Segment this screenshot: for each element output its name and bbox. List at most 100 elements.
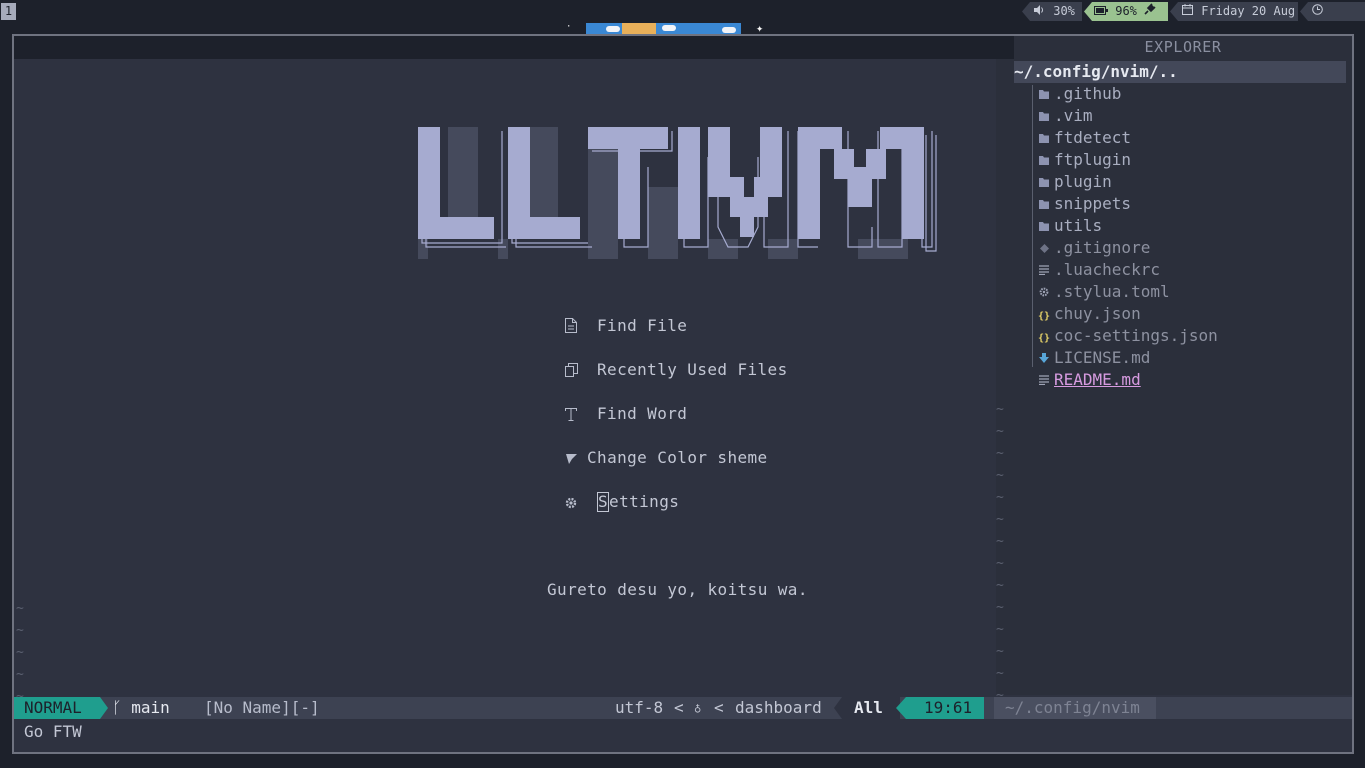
- explorer-item[interactable]: utils: [1034, 215, 1102, 237]
- ultivim-logo: [418, 127, 937, 259]
- explorer-item[interactable]: {} chuy.json: [1034, 303, 1141, 325]
- scroll-position: All: [834, 697, 900, 719]
- explorer-item[interactable]: .luacheckrc: [1034, 259, 1160, 281]
- dashboard-item-label: Settings: [597, 491, 679, 513]
- dashboard-item-label: Find Word: [597, 404, 688, 423]
- explorer-item-name: snippets: [1054, 194, 1132, 213]
- explorer-item[interactable]: plugin: [1034, 171, 1112, 193]
- explorer-item-name: chuy.json: [1054, 304, 1141, 323]
- eob-tilde: ~: [996, 512, 1004, 527]
- command-line[interactable]: Go FTW: [24, 721, 82, 743]
- download-icon: [1034, 349, 1054, 371]
- dashboard-pane[interactable]: Find File Recently Used Files Find Word …: [16, 59, 996, 704]
- volume-widget[interactable]: 30%: [1022, 2, 1082, 21]
- explorer-item-name: .luacheckrc: [1054, 260, 1160, 279]
- cursor-position: 19:61: [896, 697, 984, 719]
- explorer-item-name: utils: [1054, 216, 1103, 235]
- explorer-title: EXPLORER: [1144, 38, 1222, 56]
- folder-icon: [1034, 107, 1054, 129]
- explorer-item[interactable]: ftplugin: [1034, 149, 1131, 171]
- eob-tilde: ~: [996, 534, 1004, 549]
- explorer-item-name: .gitignore: [1054, 238, 1151, 257]
- history-icon: [565, 362, 579, 378]
- folder-icon: [1034, 173, 1054, 195]
- explorer-item[interactable]: {} coc-settings.json: [1034, 325, 1218, 347]
- battery-icon: [1094, 2, 1108, 21]
- linux-icon: ♁: [694, 701, 702, 715]
- explorer-item[interactable]: .vim: [1034, 105, 1093, 127]
- date-value: Friday 20 Aug: [1201, 4, 1296, 18]
- settings-rest: ettings: [609, 492, 680, 511]
- eob-tilde: ~: [16, 601, 24, 616]
- branch-icon: ᚴ: [112, 698, 132, 717]
- file-icon: [565, 318, 579, 334]
- calendar-icon: [1180, 2, 1194, 21]
- eob-tilde: ~: [996, 424, 1004, 439]
- text-cursor: S: [597, 492, 610, 512]
- workspace-indicator[interactable]: 1: [1, 3, 16, 20]
- eob-tilde: ~: [996, 622, 1004, 637]
- git-branch[interactable]: ᚴ main: [112, 697, 170, 719]
- eob-tilde: ~: [996, 644, 1004, 659]
- dashboard-item-label: Recently Used Files: [597, 360, 788, 379]
- eob-tilde: ~: [996, 468, 1004, 483]
- date-widget[interactable]: Friday 20 Aug: [1170, 2, 1298, 21]
- clock-icon: [1310, 2, 1324, 21]
- terminal-window: Find File Recently Used Files Find Word …: [12, 34, 1354, 754]
- git-icon: [1034, 239, 1054, 261]
- eob-tilde: ~: [16, 667, 24, 682]
- file-explorer[interactable]: EXPLORER ~/.config/nvim/.. .github .vim ft…: [1014, 36, 1352, 695]
- lines-icon: [1034, 261, 1054, 283]
- explorer-item[interactable]: ftdetect: [1034, 127, 1131, 149]
- eob-tilde: ~: [996, 556, 1004, 571]
- explorer-item-name: README.md: [1054, 370, 1141, 389]
- file-encoding: utf-8: [615, 698, 664, 717]
- eob-tilde: ~: [996, 446, 1004, 461]
- explorer-item-name: coc-settings.json: [1054, 326, 1218, 345]
- volume-value: 30%: [1053, 4, 1075, 18]
- explorer-item[interactable]: .github: [1034, 83, 1121, 105]
- eob-tilde: ~: [16, 645, 24, 660]
- explorer-item[interactable]: .stylua.toml: [1034, 281, 1170, 303]
- eob-tilde: ~: [996, 402, 1004, 417]
- explorer-item-name: plugin: [1054, 172, 1112, 191]
- explorer-root-path[interactable]: ~/.config/nvim/..: [1014, 61, 1346, 83]
- speaker-icon: [1032, 2, 1046, 21]
- explorer-item[interactable]: LICENSE.md: [1034, 347, 1150, 369]
- explorer-item[interactable]: README.md: [1034, 369, 1141, 391]
- branch-name: main: [131, 698, 170, 717]
- dashboard-footer: Gureto desu yo, koitsu wa.: [547, 580, 808, 599]
- plug-icon: [1144, 3, 1156, 18]
- star-decoration: ·: [566, 22, 572, 32]
- gear-icon: [1034, 283, 1054, 305]
- explorer-item-name: ftplugin: [1054, 150, 1132, 169]
- folder-icon: [1034, 129, 1054, 151]
- explorer-cwd: ~/.config/nvim: [994, 697, 1156, 719]
- system-top-bar: 1 · ✦ 30% 96% Friday 20 Aug 11:13: [0, 0, 1365, 35]
- eob-tilde: ~: [16, 623, 24, 638]
- lines-icon: [1034, 371, 1054, 393]
- battery-widget[interactable]: 96%: [1084, 2, 1168, 21]
- clock-widget[interactable]: 11:13: [1300, 2, 1365, 21]
- explorer-item-name: ftdetect: [1054, 128, 1132, 147]
- star-decoration: ✦: [756, 21, 764, 35]
- explorer-item[interactable]: snippets: [1034, 193, 1131, 215]
- statusline: NORMAL ᚴ main [No Name][-] utf-8 < ♁ < d…: [14, 697, 1352, 719]
- explorer-item-name: .stylua.toml: [1054, 282, 1170, 301]
- folder-icon: [1034, 85, 1054, 107]
- eob-tilde: ~: [996, 666, 1004, 681]
- dashboard-item-label: Find File: [597, 316, 688, 335]
- explorer-item[interactable]: .gitignore: [1034, 237, 1150, 259]
- wallpaper-cloud: [606, 26, 620, 32]
- gear-icon: [565, 494, 579, 510]
- eob-tilde: ~: [996, 578, 1004, 593]
- tree-indent-guide: [1032, 85, 1033, 367]
- folder-icon: [1034, 217, 1054, 239]
- folder-icon: [1034, 151, 1054, 173]
- mode-indicator: NORMAL: [14, 697, 108, 719]
- folder-icon: [1034, 195, 1054, 217]
- battery-value: 96%: [1115, 4, 1137, 18]
- separator-chevron: <: [674, 698, 684, 717]
- eob-tilde: ~: [996, 490, 1004, 505]
- pane-gutter: ~ ~ ~ ~ ~ ~ ~ ~ ~ ~ ~ ~ ~ ~: [996, 59, 1014, 703]
